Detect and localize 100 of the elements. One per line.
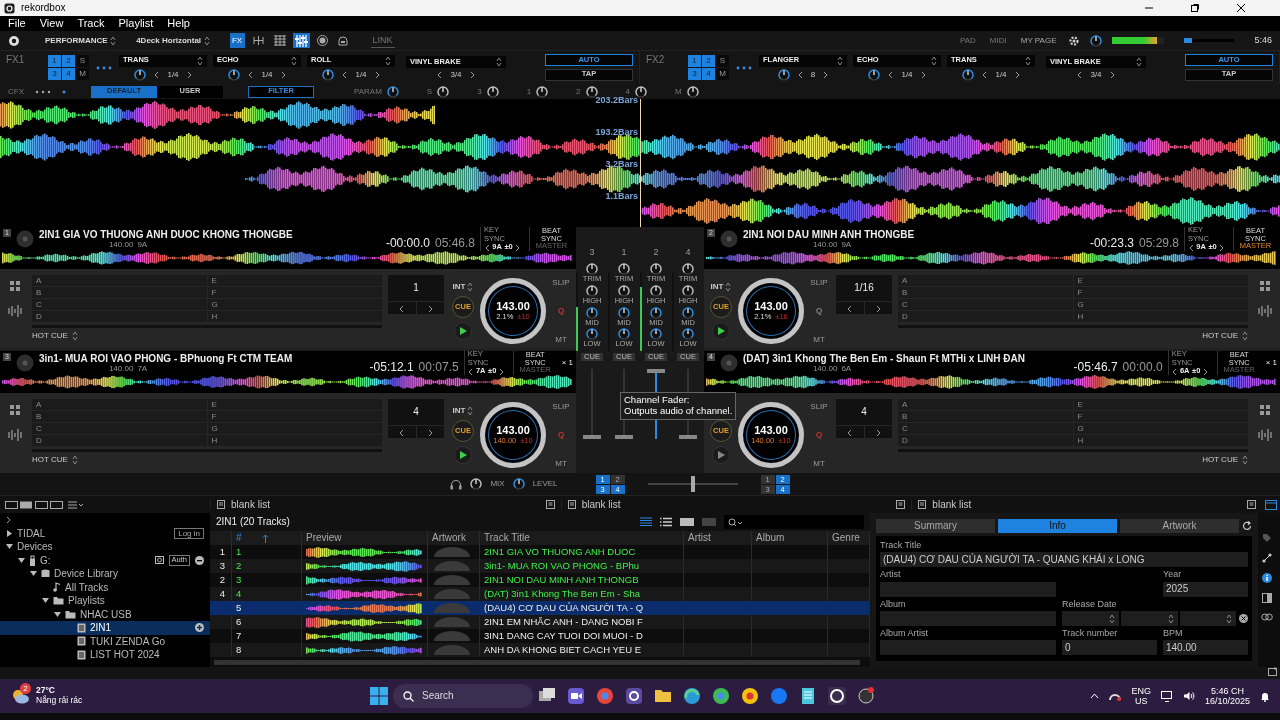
chevron-left-icon[interactable] (1077, 70, 1083, 79)
performance-pad[interactable]: E (1073, 399, 1248, 410)
chevron-left-icon[interactable] (399, 428, 405, 437)
tree-item[interactable]: Devices (17, 541, 53, 553)
tag-icon[interactable] (1262, 533, 1272, 543)
tree-item[interactable]: G: (40, 554, 51, 566)
chevron-left-icon[interactable] (982, 70, 988, 79)
chevron-right-icon[interactable] (6, 515, 11, 524)
hot-cue-mode-selector[interactable]: HOT CUE (32, 331, 68, 341)
input-region[interactable]: US (1134, 696, 1148, 707)
deck-assign-button[interactable]: 2 (702, 55, 715, 67)
performance-pad[interactable]: A (898, 399, 1073, 410)
text-field[interactable]: 0 (1062, 640, 1157, 656)
updown-icon[interactable] (203, 35, 210, 46)
chevron-right-icon[interactable] (875, 304, 881, 313)
settings-icon[interactable] (1068, 34, 1081, 47)
knob[interactable] (650, 328, 662, 341)
chevron-left-icon[interactable] (1172, 367, 1178, 376)
knob[interactable] (618, 306, 630, 319)
performance-pad[interactable]: D (898, 311, 1073, 322)
play-button[interactable] (712, 446, 730, 464)
caret-right-icon[interactable] (6, 529, 13, 537)
performance-pad[interactable]: E (207, 399, 382, 410)
updown-icon[interactable] (1226, 613, 1233, 624)
knob[interactable] (618, 284, 630, 297)
eject-icon[interactable] (195, 555, 204, 565)
performance-pad[interactable]: H (207, 435, 382, 446)
mode-selector[interactable]: PERFORMANCE (45, 35, 108, 46)
link-icon[interactable] (1261, 613, 1273, 621)
int-mode-selector[interactable]: INT (452, 406, 466, 416)
track-row[interactable]: 8 ANH DA KHONG BIET CACH YEU E (210, 643, 870, 657)
updown-icon[interactable] (197, 55, 203, 66)
chevron-right-icon[interactable] (1014, 70, 1020, 79)
performance-pad[interactable]: A (898, 275, 1073, 286)
performance-pad[interactable]: H (1073, 435, 1248, 446)
tree-item[interactable]: Playlists (68, 595, 105, 607)
int-mode-selector[interactable]: INT (452, 282, 466, 292)
chevron-right-icon[interactable] (498, 367, 504, 376)
mixer-button[interactable] (292, 33, 310, 48)
panel-toggle-icon[interactable] (1247, 500, 1256, 509)
circle-logo-icon[interactable] (712, 687, 730, 705)
chevron-left-icon[interactable] (154, 70, 160, 79)
tree-item[interactable]: TIDAL (17, 527, 46, 539)
knob[interactable] (1090, 34, 1103, 47)
maximize-icon[interactable] (1190, 3, 1200, 13)
list-menu-icon[interactable] (67, 500, 84, 509)
channel-fader[interactable] (615, 435, 633, 440)
panel-tab[interactable]: Artwork (1120, 519, 1239, 533)
performance-pad[interactable]: E (1073, 275, 1248, 286)
pad-grid-icon[interactable] (10, 281, 20, 291)
chevron-right-icon[interactable] (469, 70, 475, 79)
updown-icon[interactable] (1025, 55, 1031, 66)
performance-pad[interactable]: E (207, 275, 382, 286)
knob[interactable] (585, 85, 598, 98)
track-row[interactable]: 6 2IN1 EM NHẮC ANH - DANG NOBI F (210, 615, 870, 629)
caret-down-icon[interactable] (18, 556, 25, 564)
performance-pad[interactable]: C (898, 299, 1073, 310)
knob[interactable] (618, 263, 630, 276)
page-button[interactable]: MY PAGE (1018, 33, 1059, 48)
performance-pad[interactable]: B (898, 287, 1073, 298)
record-button[interactable] (314, 33, 330, 48)
mode-button[interactable]: M (76, 68, 89, 80)
layout-icon[interactable] (1265, 499, 1277, 510)
play-button[interactable] (454, 322, 472, 340)
circle-logo-icon[interactable] (741, 687, 759, 705)
refresh-icon[interactable] (1242, 521, 1252, 531)
performance-pad[interactable]: F (207, 411, 382, 422)
waveform-bars-icon[interactable] (1258, 429, 1272, 441)
list-view-icon[interactable] (660, 517, 672, 527)
panel-tab[interactable]: Summary (876, 519, 995, 533)
caret-down-icon[interactable] (30, 570, 37, 578)
knob[interactable] (868, 68, 881, 81)
chevron-right-icon[interactable] (374, 70, 380, 79)
text-field[interactable]: (DAU4) CƠ DAU CỦA NGƯỜI TA - QUANG KHẢI x LONG (880, 552, 1248, 568)
knob[interactable] (322, 68, 335, 81)
chevron-right-icon[interactable] (1109, 70, 1115, 79)
fx-button[interactable]: FX (229, 33, 245, 48)
mode-button[interactable]: S (76, 55, 89, 67)
pad-grid-icon[interactable] (10, 405, 20, 415)
updown-icon[interactable] (496, 56, 502, 67)
chevron-left-icon[interactable] (342, 70, 348, 79)
updown-icon[interactable] (1242, 455, 1248, 465)
layout-selector[interactable]: 4Deck Horizontal (136, 35, 202, 46)
knob[interactable] (470, 478, 483, 490)
more-dots-icon[interactable] (34, 88, 52, 95)
chevron-left-icon[interactable] (399, 304, 405, 313)
menu-item[interactable]: Playlist (118, 17, 154, 30)
updown-icon[interactable] (1167, 613, 1174, 624)
waveform-bars-icon[interactable] (1258, 305, 1272, 317)
performance-pad[interactable]: H (207, 311, 382, 322)
performance-pad[interactable]: A (32, 399, 207, 410)
bell-icon[interactable] (1260, 690, 1270, 702)
clear-icon[interactable] (1239, 614, 1248, 624)
knob[interactable] (586, 306, 598, 319)
menu-item[interactable]: View (39, 17, 64, 30)
deck-assign-button[interactable]: 2 (62, 55, 75, 67)
performance-pad[interactable]: H (1073, 311, 1248, 322)
updown-icon[interactable] (1242, 331, 1248, 341)
knob[interactable] (635, 85, 647, 98)
chevron-right-icon[interactable] (186, 70, 192, 79)
